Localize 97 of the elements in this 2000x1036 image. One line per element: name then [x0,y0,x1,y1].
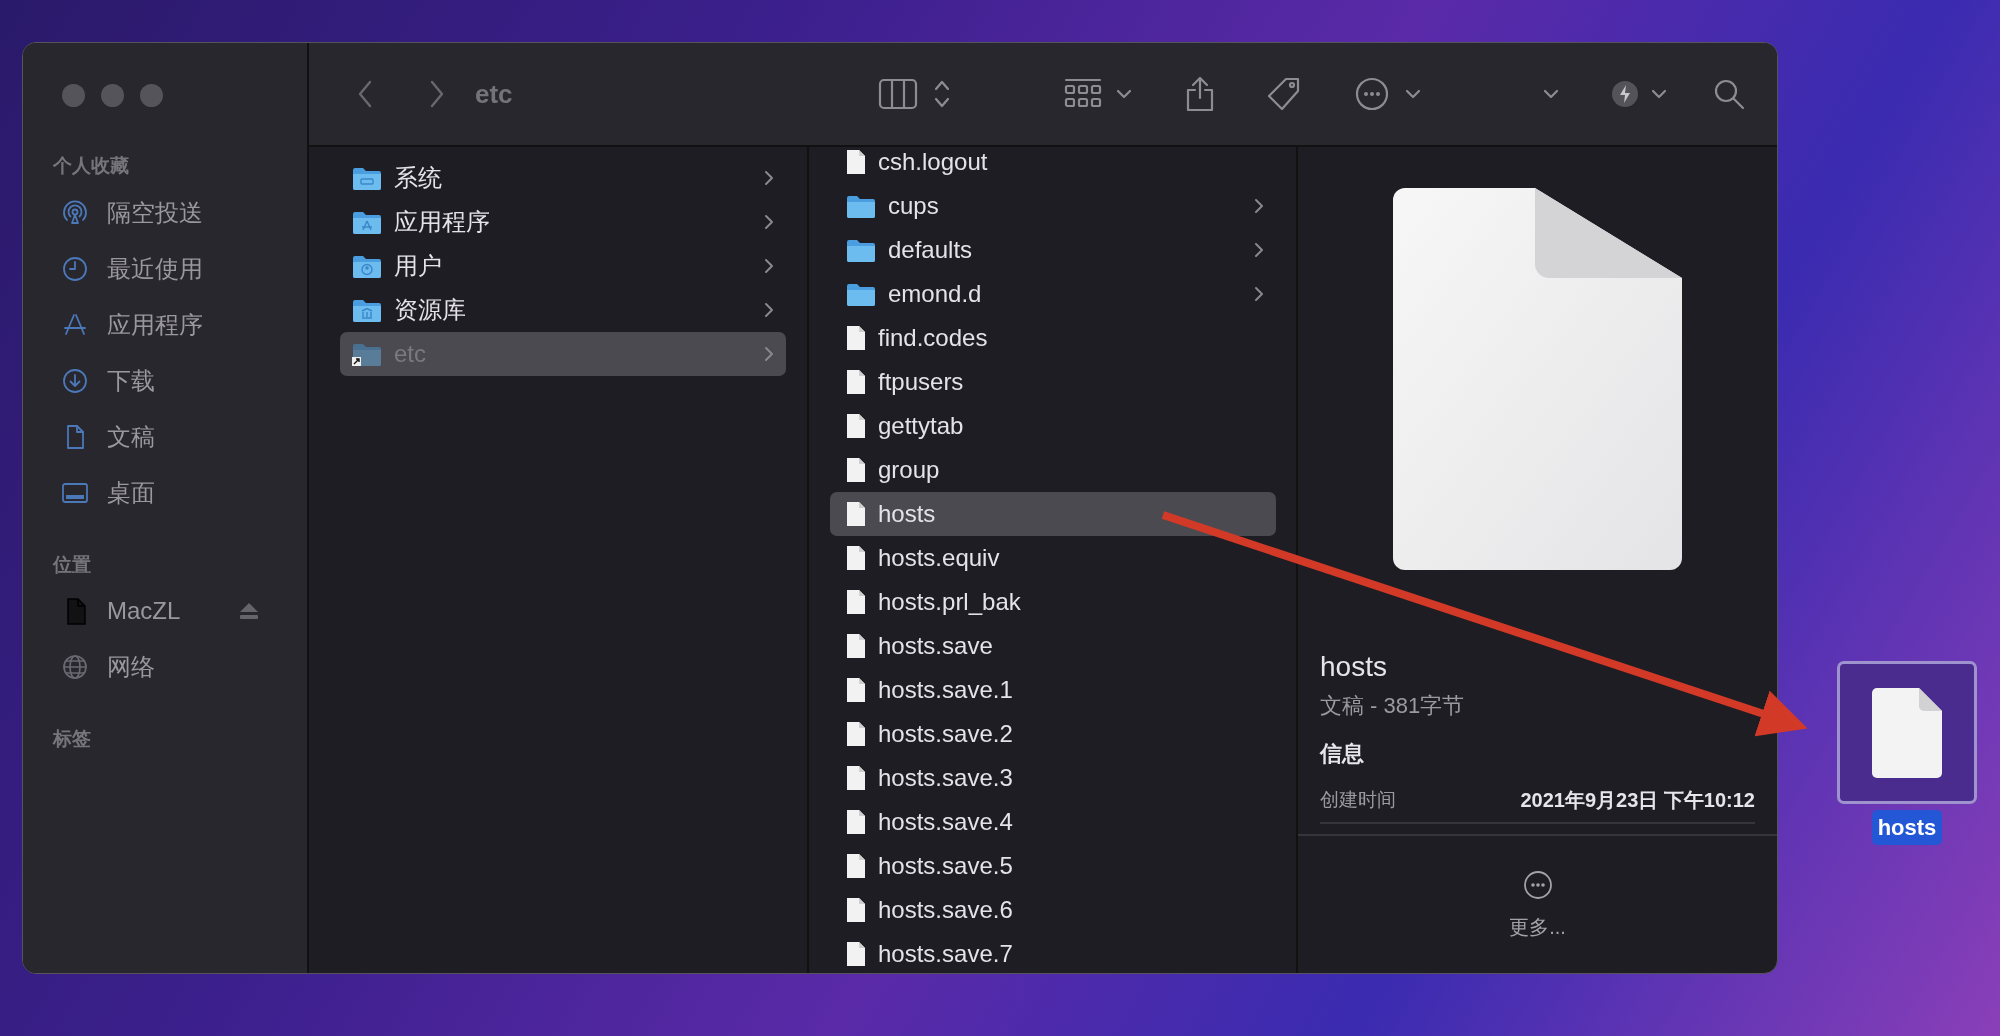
document-icon [1872,687,1942,778]
file-icon [846,501,866,527]
globe-icon [61,653,89,681]
folder-icon [352,165,382,191]
folder-row[interactable]: 用户 [340,244,786,288]
file-icon [846,589,866,615]
document-icon [1393,188,1682,570]
sidebar-item[interactable]: 文稿 [23,409,307,465]
file-icon [846,369,866,395]
file-name: hosts [1320,650,1388,684]
file-row[interactable]: hosts.save.5 [830,844,1276,888]
more-options-icon[interactable] [1354,77,1389,111]
file-row[interactable]: hosts.save.1 [830,668,1276,712]
folder-icon [846,193,876,219]
folder-icon [352,341,382,367]
info-value: 2021年9月23日 下午10:12 [1520,788,1755,813]
section-header: 位置 [51,553,92,577]
sidebar-item[interactable]: 下载 [23,353,307,409]
desktop-file-label[interactable]: hosts [1871,810,1943,845]
file-icon [846,853,866,879]
file-row[interactable]: hosts [830,492,1276,536]
file-icon [846,633,866,659]
file-row[interactable]: hosts.save.6 [830,888,1276,932]
file-row[interactable]: hosts.save [830,624,1276,668]
section-title: 信息 [1320,740,1365,768]
file-kind-size: 文稿 - 381字节 [1320,692,1466,720]
file-row[interactable]: hosts.save.3 [830,756,1276,800]
chevron-right-icon [1254,198,1264,214]
chevron-right-icon [1254,286,1264,302]
file-row[interactable]: hosts.save.7 [830,932,1276,973]
folder-icon [846,281,876,307]
sidebar-item[interactable]: MacZL [23,583,307,639]
folder-row[interactable]: 应用程序 [340,200,786,244]
file-icon [846,413,866,439]
clock-icon [61,255,89,283]
file-icon [846,941,866,967]
info-label: 创建时间 [1320,787,1396,812]
file-icon [846,325,866,351]
folder-title: etc [475,77,513,111]
tag-icon[interactable] [1265,76,1302,112]
file-row[interactable]: gettytab [830,404,1276,448]
section-header: 个人收藏 [52,154,130,178]
chevron-right-icon [764,258,774,274]
chevron-down-icon[interactable] [1404,89,1421,99]
sidebar-item[interactable]: 应用程序 [23,297,307,353]
sidebar-item[interactable]: 最近使用 [23,241,307,297]
file-icon [846,809,866,835]
chevron-right-icon [764,214,774,230]
file-row[interactable]: hosts.save.4 [830,800,1276,844]
file-icon [846,545,866,571]
download-icon [61,367,89,395]
file-icon [846,457,866,483]
chevron-down-icon[interactable] [1542,89,1559,99]
back-icon[interactable] [357,79,373,109]
search-icon[interactable] [1712,78,1745,110]
desktop-file-icon[interactable] [1837,661,1977,804]
file-row[interactable]: hosts.prl_bak [830,580,1276,624]
file-row[interactable]: hosts.save.2 [830,712,1276,756]
grid-view-icon[interactable] [1063,78,1102,110]
chevron-down-icon[interactable] [1650,89,1667,99]
more-icon[interactable] [1522,870,1553,900]
file-icon [846,149,866,175]
folder-icon [352,209,382,235]
folder-row[interactable]: 资源库 [340,288,786,332]
file-icon [846,677,866,703]
folder-icon [846,237,876,263]
folder-icon [352,253,382,279]
chevron-right-icon [764,346,774,362]
folder-icon [352,297,382,323]
column-view-icon[interactable] [877,78,918,110]
lightning-icon[interactable] [1610,80,1639,108]
share-icon[interactable] [1184,76,1215,112]
more-link[interactable]: 更多... [1509,912,1566,942]
sidebar-item[interactable]: 桌面 [23,465,307,521]
folder-row[interactable]: emond.d [830,272,1276,316]
file-row[interactable]: ftpusers [830,360,1276,404]
up-down-chevron-icon[interactable] [933,79,950,109]
file-row[interactable]: group [830,448,1276,492]
file-row[interactable]: hosts.equiv [830,536,1276,580]
chevron-right-icon [764,302,774,318]
chevron-right-icon [1254,242,1264,258]
file-icon [846,765,866,791]
chevron-down-icon[interactable] [1115,89,1132,99]
file-row[interactable]: find.codes [830,316,1276,360]
file-icon [846,721,866,747]
folder-row[interactable]: defaults [830,228,1276,272]
forward-icon[interactable] [429,79,445,109]
folder-row[interactable]: cups [830,184,1276,228]
section-header: 标签 [51,727,92,751]
eject-icon[interactable] [239,602,259,620]
chevron-right-icon [764,170,774,186]
sidebar-item[interactable]: 隔空投送 [23,185,307,241]
file-row[interactable]: csh.logout [830,147,1276,184]
file-icon [846,897,866,923]
sidebar-item[interactable]: 网络 [23,639,307,695]
folder-row[interactable]: 系统 [340,156,786,200]
airdrop-icon [61,199,89,227]
